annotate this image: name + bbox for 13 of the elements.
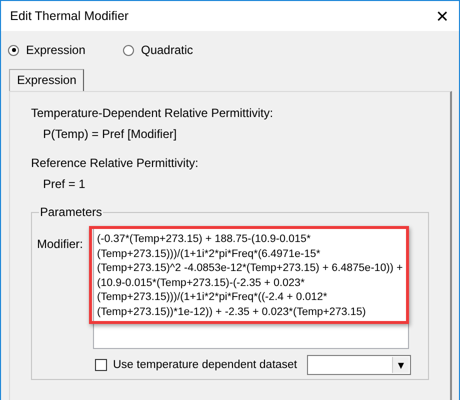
group-title: Parameters xyxy=(39,205,104,219)
window-title: Edit Thermal Modifier xyxy=(10,9,129,23)
radio-label: Quadratic xyxy=(141,43,194,57)
formula-text: P(Temp) = Pref [Modifier] xyxy=(42,127,178,141)
modifier-label: Modifier: xyxy=(37,237,84,253)
close-button[interactable]: ✕ xyxy=(436,6,449,26)
reference-text: Pref = 1 xyxy=(42,177,86,191)
tab[interactable]: Expression xyxy=(9,69,84,91)
dataset-dropdown[interactable]: ▼ xyxy=(307,355,411,375)
reference-heading: Reference Relative Permittivity: xyxy=(31,156,200,170)
radio-label: Expression xyxy=(26,43,86,57)
formula-heading: Temperature-Dependent Relative Permittivity: xyxy=(31,106,274,120)
checkbox-label: Use temperature dependent dataset xyxy=(113,359,298,371)
